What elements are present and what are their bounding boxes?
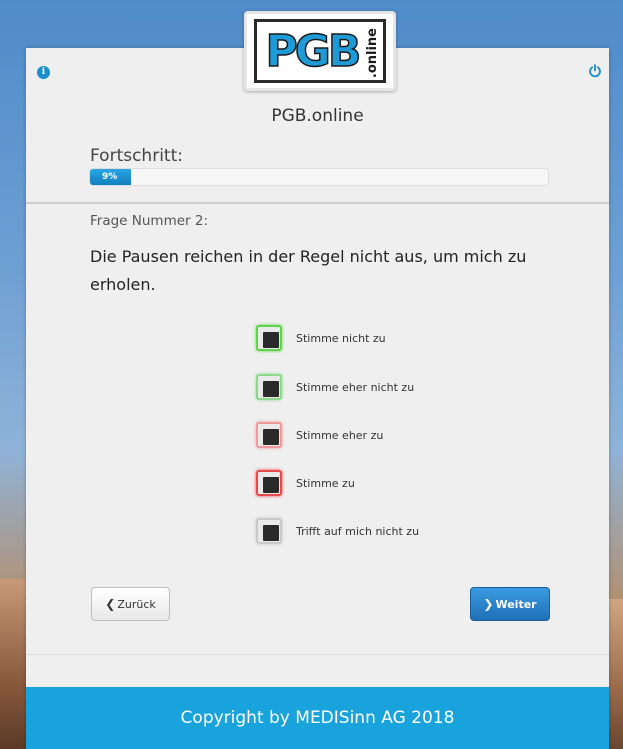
option-stimme-eher-zu[interactable]: Stimme eher zu <box>256 422 383 448</box>
logo-text: PGB <box>265 25 362 78</box>
copyright-text: Copyright by MEDISinn AG 2018 <box>180 708 455 728</box>
logo-frame: PGB .online <box>254 19 386 83</box>
progress-label: Fortschritt: <box>90 146 183 166</box>
app-title: PGB.online <box>271 106 364 126</box>
checkbox[interactable] <box>256 518 282 544</box>
progress-fill: 9% <box>90 169 132 185</box>
next-button[interactable]: ❯ Weiter <box>470 587 550 621</box>
option-label: Trifft auf mich nicht zu <box>296 524 420 538</box>
option-label: Stimme nicht zu <box>296 331 386 345</box>
option-stimme-nicht-zu[interactable]: Stimme nicht zu <box>256 325 386 351</box>
checkbox[interactable] <box>256 374 282 400</box>
option-label: Stimme eher nicht zu <box>296 380 415 394</box>
section-divider <box>26 202 609 204</box>
option-label: Stimme eher zu <box>296 428 384 442</box>
next-button-label: Weiter <box>495 597 537 611</box>
footer: Copyright by MEDISinn AG 2018 <box>26 687 609 749</box>
option-trifft-nicht-zu[interactable]: Trifft auf mich nicht zu <box>256 518 419 544</box>
option-stimme-zu[interactable]: Stimme zu <box>256 470 355 496</box>
progress-bar: 9% <box>89 168 549 186</box>
back-button-label: Zurück <box>117 597 156 611</box>
chevron-left-icon: ❮ <box>105 597 116 611</box>
option-label: Stimme zu <box>296 476 355 490</box>
pgb-logo: PGB .online <box>244 11 396 91</box>
logo-subtext: .online <box>365 28 380 79</box>
power-icon[interactable] <box>588 64 602 78</box>
checkbox[interactable] <box>256 470 282 496</box>
info-icon[interactable]: i <box>37 66 50 79</box>
footer-separator <box>26 654 609 655</box>
checkbox[interactable] <box>256 325 282 351</box>
question-text: Die Pausen reichen in der Regel nicht au… <box>90 247 527 294</box>
checkbox[interactable] <box>256 422 282 448</box>
chevron-right-icon: ❯ <box>483 597 494 611</box>
option-stimme-eher-nicht-zu[interactable]: Stimme eher nicht zu <box>256 374 414 400</box>
question-number: Frage Nummer 2: <box>90 213 209 229</box>
back-button[interactable]: ❮ Zurück <box>91 587 170 621</box>
